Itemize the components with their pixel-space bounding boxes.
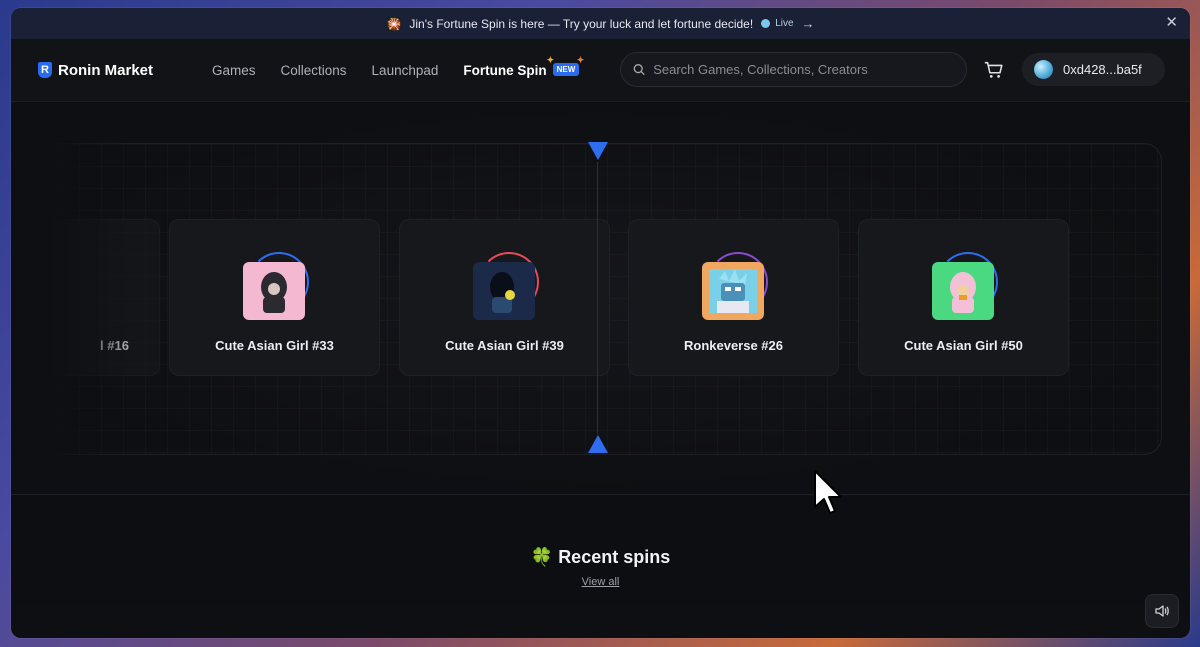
banner-text: Jin's Fortune Spin is here — Try your lu… bbox=[409, 16, 754, 31]
view-all-link[interactable]: View all bbox=[11, 576, 1190, 588]
spin-card: l #16 bbox=[11, 219, 160, 376]
firework-icon: 🎇 bbox=[386, 16, 402, 31]
mouse-cursor-icon bbox=[814, 470, 842, 514]
card-name: Cute Asian Girl #33 bbox=[215, 338, 334, 353]
close-banner-button[interactable]: ✕ bbox=[1165, 13, 1178, 31]
wallet-avatar bbox=[1034, 60, 1053, 79]
search-input[interactable] bbox=[653, 62, 954, 77]
app-window: 🎇 Jin's Fortune Spin is here — Try your … bbox=[11, 8, 1190, 638]
main-menu: Games Collections Launchpad Fortune Spin… bbox=[212, 55, 584, 78]
top-navigation: R Ronin Market Games Collections Launchp… bbox=[11, 39, 1190, 101]
card-name: Cute Asian Girl #50 bbox=[904, 338, 1023, 353]
wallet-button[interactable]: 0xd428...ba5f bbox=[1022, 53, 1165, 86]
spin-card: Ronkeverse #26 bbox=[628, 219, 839, 376]
spin-card: Cute Asian Girl #33 bbox=[169, 219, 380, 376]
pointer-line bbox=[597, 162, 598, 434]
cart-icon[interactable] bbox=[983, 59, 1005, 81]
live-status: Live bbox=[761, 18, 794, 29]
nft-ronke-icon bbox=[708, 269, 757, 313]
card-thumb-wrap bbox=[472, 252, 539, 320]
recent-spins-section: 🍀 Recent spins View all bbox=[11, 495, 1190, 606]
brand-name: Ronin Market bbox=[58, 61, 154, 79]
card-name: Cute Asian Girl #39 bbox=[445, 338, 564, 353]
live-dot-icon bbox=[761, 19, 771, 28]
nft-girl-icon bbox=[949, 272, 976, 313]
nav-item-games[interactable]: Games bbox=[212, 63, 256, 78]
clover-icon: 🍀 bbox=[530, 547, 554, 567]
search-icon bbox=[633, 64, 645, 76]
spin-card: Cute Asian Girl #50 bbox=[858, 219, 1069, 376]
search-bar[interactable] bbox=[620, 52, 967, 87]
card-thumb-wrap bbox=[931, 252, 998, 320]
card-name: l #16 bbox=[100, 338, 129, 353]
sound-toggle-button[interactable] bbox=[1145, 594, 1179, 628]
nav-item-launchpad[interactable]: Launchpad bbox=[372, 63, 439, 78]
nft-thumbnail bbox=[931, 262, 994, 320]
nav-item-fortune-spin-label: Fortune Spin bbox=[463, 62, 547, 78]
pointer-top-icon bbox=[588, 142, 608, 160]
nft-thumbnail bbox=[701, 262, 764, 320]
nav-item-collections[interactable]: Collections bbox=[281, 63, 347, 78]
pointer-bottom-icon bbox=[588, 435, 608, 453]
nft-thumbnail bbox=[472, 262, 535, 320]
card-thumb-wrap bbox=[242, 252, 309, 320]
arrow-right-icon[interactable]: → bbox=[802, 16, 815, 31]
recent-spins-title: Recent spins bbox=[558, 547, 671, 567]
live-label: Live bbox=[775, 18, 794, 29]
ronin-logo-icon: R bbox=[38, 62, 52, 78]
nft-girl-icon bbox=[489, 272, 515, 313]
new-badge: NEW bbox=[547, 55, 584, 76]
card-thumb-wrap bbox=[701, 252, 768, 320]
fortune-spinner: l #16 Cute Asian Girl #33 Cute Asian Gir… bbox=[11, 102, 1190, 494]
card-name: Ronkeverse #26 bbox=[683, 338, 783, 353]
nft-thumbnail bbox=[242, 262, 305, 320]
wallet-address: 0xd428...ba5f bbox=[1063, 62, 1142, 77]
speaker-icon bbox=[1155, 605, 1169, 617]
announcement-banner[interactable]: 🎇 Jin's Fortune Spin is here — Try your … bbox=[11, 8, 1190, 39]
spin-card: Cute Asian Girl #39 bbox=[399, 219, 610, 376]
nav-item-fortune-spin[interactable]: Fortune Spin NEW bbox=[463, 55, 584, 78]
nft-girl-icon bbox=[260, 272, 287, 313]
recent-spins-heading: 🍀 Recent spins bbox=[11, 547, 1190, 568]
brand-logo[interactable]: R Ronin Market bbox=[38, 62, 212, 79]
